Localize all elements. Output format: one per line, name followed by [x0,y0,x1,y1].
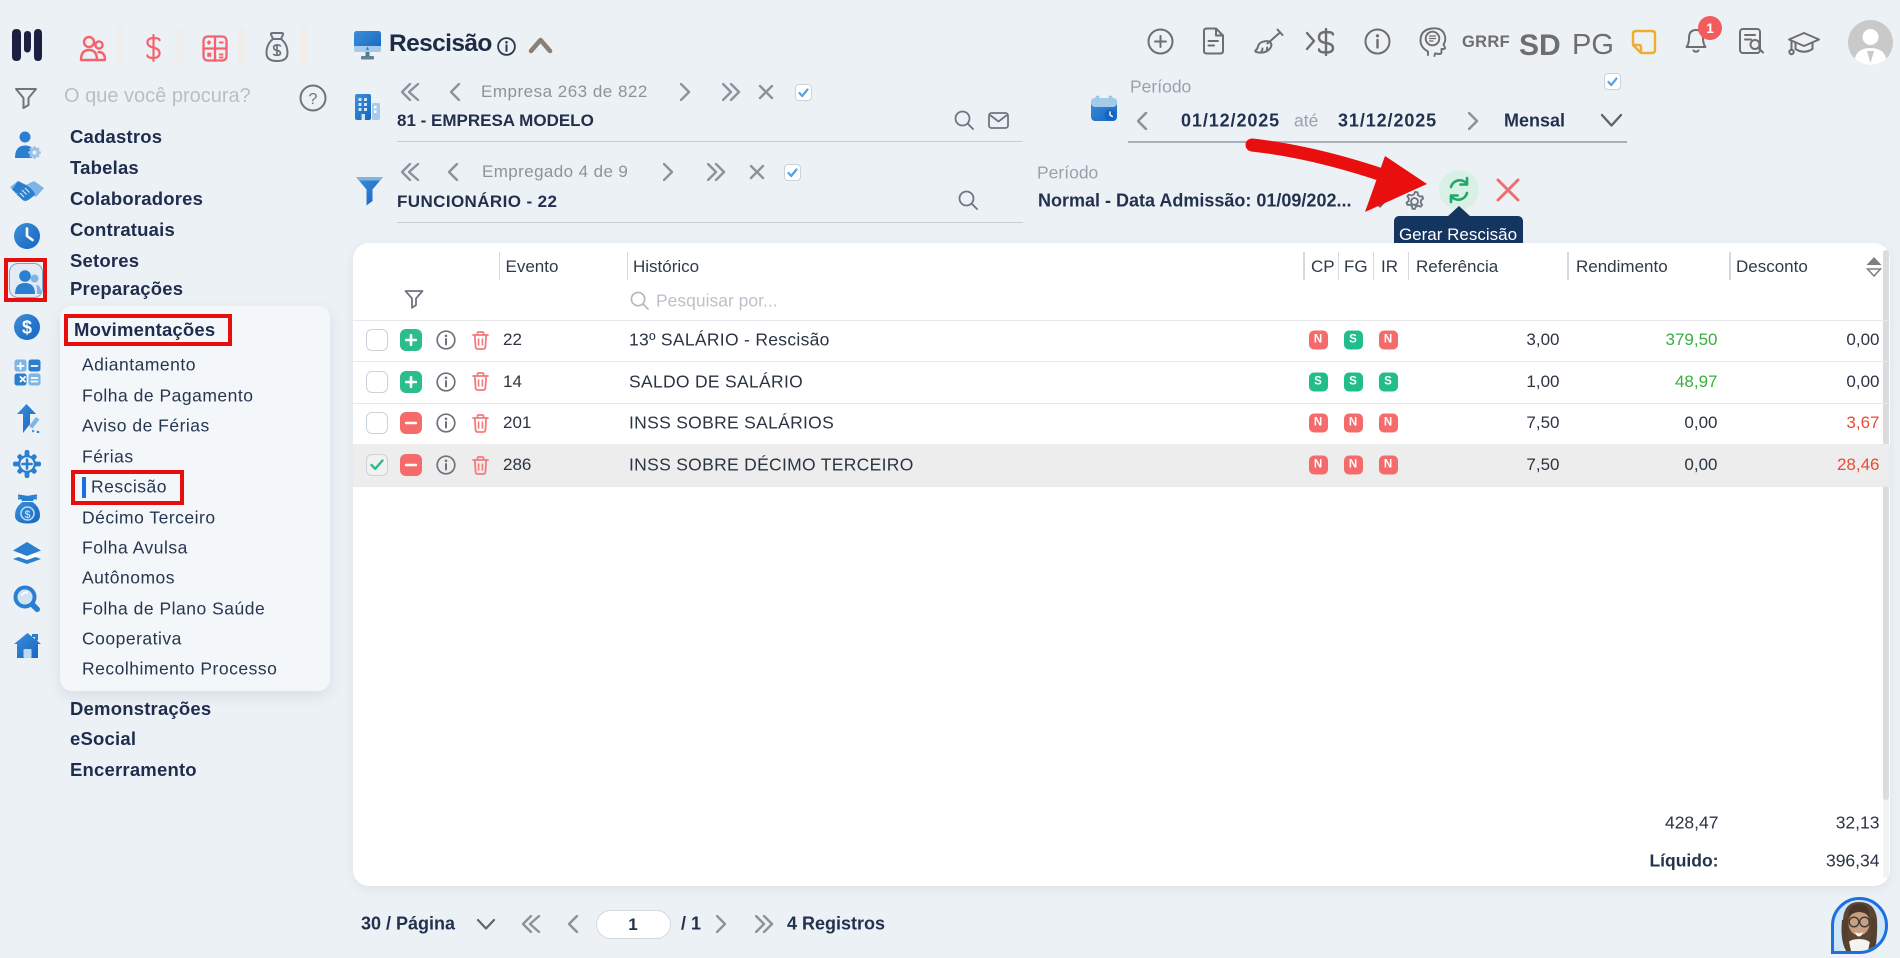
svg-text:1: 1 [1706,20,1714,36]
svg-text:$: $ [22,318,32,338]
svg-text:?: ? [309,91,318,108]
svg-text:$: $ [24,509,30,521]
